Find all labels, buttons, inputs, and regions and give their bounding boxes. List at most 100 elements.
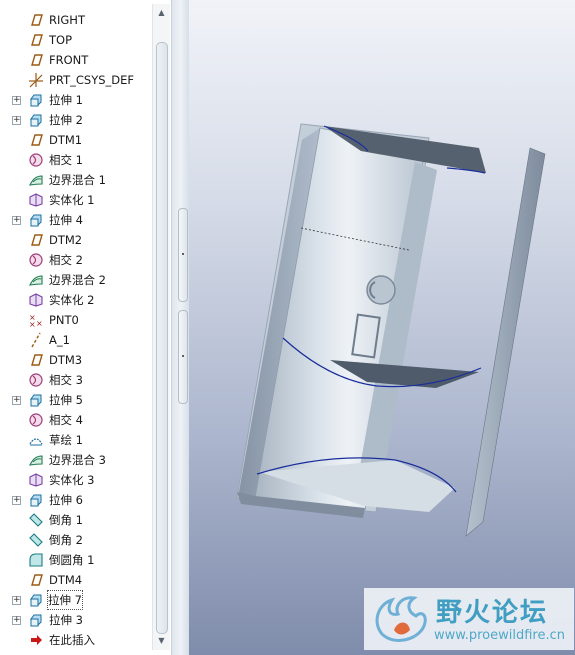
model-tree-item[interactable]: RIGHT bbox=[0, 10, 152, 30]
model-tree-item-label: TOP bbox=[49, 33, 73, 47]
model-tree-item[interactable]: 倒角 2 bbox=[0, 530, 152, 550]
model-tree-item-label: PNT0 bbox=[49, 313, 79, 327]
expand-plus-icon[interactable]: + bbox=[12, 496, 21, 505]
model-tree-item[interactable]: 实体化 2 bbox=[0, 290, 152, 310]
extrude-icon bbox=[28, 492, 44, 508]
watermark-url: www.proewildfire.cn bbox=[434, 628, 565, 643]
model-tree-item[interactable]: TOP bbox=[0, 30, 152, 50]
model-tree-item-label: 相交 1 bbox=[49, 153, 83, 167]
model-tree-item[interactable]: 在此插入 bbox=[0, 630, 152, 650]
panel-splitter[interactable] bbox=[172, 0, 190, 655]
model-tree-item-label: DTM3 bbox=[49, 353, 83, 367]
coordinate-system-icon bbox=[28, 72, 44, 88]
tree-vertical-scrollbar[interactable]: ▲ ▼ bbox=[152, 4, 170, 650]
graphics-viewport[interactable]: 野火论坛 www.proewildfire.cn bbox=[189, 0, 575, 655]
model-tree-item[interactable]: DTM1 bbox=[0, 130, 152, 150]
model-tree-item-label: 边界混合 1 bbox=[49, 173, 106, 187]
extrude-icon bbox=[28, 392, 44, 408]
extrude-icon bbox=[28, 592, 44, 608]
model-tree-item-label: 倒角 1 bbox=[49, 513, 83, 527]
expand-plus-icon[interactable]: + bbox=[12, 616, 21, 625]
model-tree-item-label: DTM1 bbox=[49, 133, 83, 147]
splitter-collapse-handle[interactable] bbox=[178, 208, 188, 302]
boundary-blend-icon bbox=[28, 172, 44, 188]
right-blade bbox=[465, 147, 546, 537]
extrude-icon bbox=[28, 112, 44, 128]
model-tree-item[interactable]: 边界混合 2 bbox=[0, 270, 152, 290]
datum-plane-icon bbox=[28, 12, 44, 28]
model-tree-item[interactable]: 倒角 1 bbox=[0, 510, 152, 530]
model-tree-item-label: 实体化 3 bbox=[49, 473, 95, 487]
model-tree-item[interactable]: + 拉伸 6 bbox=[0, 490, 152, 510]
model-tree-item-label: 拉伸 4 bbox=[49, 213, 83, 227]
datum-axis-icon bbox=[28, 332, 44, 348]
model-tree-item[interactable]: + 拉伸 7 bbox=[0, 590, 152, 610]
chamfer-icon bbox=[28, 512, 44, 528]
model-tree-item[interactable]: + 拉伸 4 bbox=[0, 210, 152, 230]
model-tree-panel: RIGHT TOP FRONT PRT_CSYS_DEF + 拉伸 1 + 拉伸 2 DTM1 相… bbox=[0, 0, 172, 655]
round-icon bbox=[28, 552, 44, 568]
datum-plane-icon bbox=[28, 572, 44, 588]
model-tree-item-label: DTM2 bbox=[49, 233, 83, 247]
intersect-icon bbox=[28, 412, 44, 428]
intersect-icon bbox=[28, 252, 44, 268]
model-tree-item[interactable]: + 拉伸 2 bbox=[0, 110, 152, 130]
model-tree-item[interactable]: + 拉伸 5 bbox=[0, 390, 152, 410]
model-tree-item-label: RIGHT bbox=[49, 13, 85, 27]
model-tree-item-label: 拉伸 2 bbox=[49, 113, 83, 127]
model-tree-item-label: 拉伸 1 bbox=[49, 93, 83, 107]
model-tree-item-label: DTM4 bbox=[49, 573, 83, 587]
expand-plus-icon[interactable]: + bbox=[12, 216, 21, 225]
scrollbar-thumb[interactable] bbox=[156, 42, 168, 634]
intersect-icon bbox=[28, 152, 44, 168]
model-tree-item[interactable]: 倒圆角 1 bbox=[0, 550, 152, 570]
scroll-down-arrow-icon[interactable]: ▼ bbox=[153, 634, 170, 648]
scroll-up-arrow-icon[interactable]: ▲ bbox=[153, 6, 170, 20]
model-tree-item[interactable]: PRT_CSYS_DEF bbox=[0, 70, 152, 90]
model-tree-item-label: 草绘 1 bbox=[49, 433, 83, 447]
watermark-title: 野火论坛 bbox=[436, 598, 549, 628]
boundary-blend-icon bbox=[28, 452, 44, 468]
extrude-icon bbox=[28, 92, 44, 108]
sketch-icon bbox=[28, 432, 44, 448]
3d-model[interactable] bbox=[189, 0, 575, 655]
intersect-icon bbox=[28, 372, 44, 388]
model-tree-item[interactable]: DTM2 bbox=[0, 230, 152, 250]
datum-point-icon: × × × bbox=[28, 312, 44, 329]
model-tree-item[interactable]: × × × PNT0 bbox=[0, 310, 152, 330]
model-tree-item-label: A_1 bbox=[49, 333, 70, 347]
model-tree-item[interactable]: 相交 4 bbox=[0, 410, 152, 430]
solidify-icon bbox=[28, 472, 44, 488]
model-tree-item-label: PRT_CSYS_DEF bbox=[49, 73, 135, 87]
model-tree-item[interactable]: FRONT bbox=[0, 50, 152, 70]
model-tree-item[interactable]: 实体化 1 bbox=[0, 190, 152, 210]
model-tree-item-label: 相交 3 bbox=[49, 373, 83, 387]
expand-plus-icon[interactable]: + bbox=[12, 396, 21, 405]
expand-plus-icon[interactable]: + bbox=[12, 596, 21, 605]
model-tree-item[interactable]: A_1 bbox=[0, 330, 152, 350]
model-tree-item-label: FRONT bbox=[49, 53, 89, 67]
model-tree-item[interactable]: 实体化 3 bbox=[0, 470, 152, 490]
model-tree-item[interactable]: + 拉伸 1 bbox=[0, 90, 152, 110]
model-tree-item[interactable]: 边界混合 1 bbox=[0, 170, 152, 190]
extrude-icon bbox=[28, 612, 44, 628]
datum-plane-icon bbox=[28, 52, 44, 68]
watermark: 野火论坛 www.proewildfire.cn bbox=[364, 588, 574, 650]
model-tree-item[interactable]: 相交 2 bbox=[0, 250, 152, 270]
splitter-expand-handle[interactable] bbox=[178, 310, 188, 404]
datum-plane-icon bbox=[28, 32, 44, 48]
flame-logo-icon bbox=[375, 596, 427, 642]
datum-plane-icon bbox=[28, 352, 44, 368]
model-tree-item-label: 实体化 2 bbox=[49, 293, 95, 307]
model-tree-item[interactable]: 草绘 1 bbox=[0, 430, 152, 450]
boundary-blend-icon bbox=[28, 272, 44, 288]
expand-plus-icon[interactable]: + bbox=[12, 116, 21, 125]
model-tree-item[interactable]: DTM3 bbox=[0, 350, 152, 370]
model-tree-item[interactable]: DTM4 bbox=[0, 570, 152, 590]
expand-plus-icon[interactable]: + bbox=[12, 96, 21, 105]
model-tree-item[interactable]: 边界混合 3 bbox=[0, 450, 152, 470]
datum-plane-icon bbox=[28, 232, 44, 248]
model-tree-item[interactable]: + 拉伸 3 bbox=[0, 610, 152, 630]
model-tree-item[interactable]: 相交 3 bbox=[0, 370, 152, 390]
model-tree-item[interactable]: 相交 1 bbox=[0, 150, 152, 170]
